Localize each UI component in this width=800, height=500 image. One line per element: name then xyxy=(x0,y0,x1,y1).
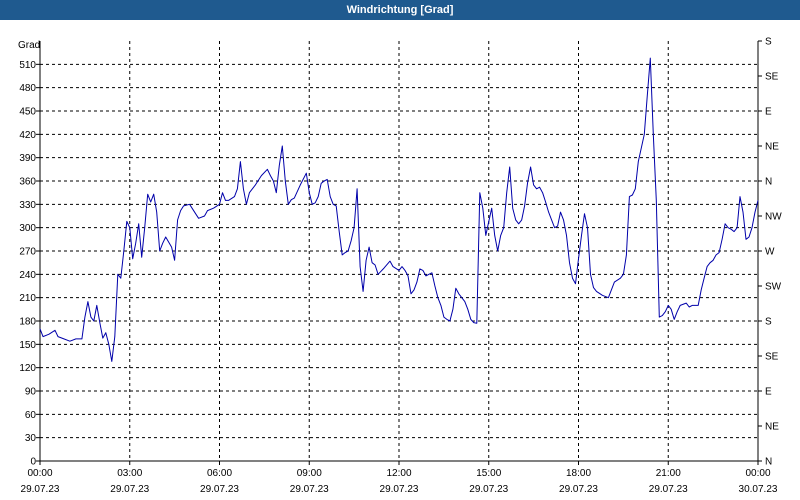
x-tick-time: 03:00 xyxy=(117,468,142,479)
y-tick-label: 450 xyxy=(19,107,36,118)
x-tick-time: 15:00 xyxy=(476,468,501,479)
x-tick-date: 29.07.23 xyxy=(290,484,329,495)
y-tick-label: 270 xyxy=(19,247,36,258)
x-tick-date: 29.07.23 xyxy=(21,484,60,495)
compass-tick-label: NE xyxy=(765,142,779,153)
compass-tick-label: S xyxy=(765,37,772,48)
y-tick-label: 60 xyxy=(25,410,37,421)
x-tick-time: 00:00 xyxy=(745,468,770,479)
compass-tick-label: SE xyxy=(765,352,779,363)
y-tick-label: 120 xyxy=(19,363,36,374)
chart-title: Windrichtung [Grad] xyxy=(0,0,800,20)
compass-tick-label: SW xyxy=(765,282,782,293)
x-tick-date: 29.07.23 xyxy=(110,484,149,495)
y-tick-label: 330 xyxy=(19,200,36,211)
y-tick-label: 480 xyxy=(19,83,36,94)
y-tick-label: 180 xyxy=(19,317,36,328)
y-tick-label: 240 xyxy=(19,270,36,281)
y-tick-label: 420 xyxy=(19,130,36,141)
x-tick-time: 21:00 xyxy=(656,468,681,479)
x-tick-time: 00:00 xyxy=(27,468,52,479)
compass-tick-label: NE xyxy=(765,422,779,433)
compass-tick-label: S xyxy=(765,317,772,328)
y-tick-label: 390 xyxy=(19,153,36,164)
compass-tick-label: NW xyxy=(765,212,782,223)
y-tick-label: 300 xyxy=(19,223,36,234)
x-tick-time: 12:00 xyxy=(386,468,411,479)
y-tick-label: 0 xyxy=(30,457,36,468)
y-tick-label: 360 xyxy=(19,177,36,188)
grid xyxy=(40,41,758,461)
x-tick-time: 09:00 xyxy=(297,468,322,479)
x-tick-date: 30.07.23 xyxy=(739,484,778,495)
y-tick-label: 510 xyxy=(19,60,36,71)
x-tick-date: 29.07.23 xyxy=(200,484,239,495)
y-axis-label: Grad xyxy=(18,40,40,51)
x-tick-time: 18:00 xyxy=(566,468,591,479)
compass-tick-label: N xyxy=(765,457,772,468)
compass-tick-label: W xyxy=(765,247,775,258)
compass-tick-label: N xyxy=(765,177,772,188)
wind-direction-chart: Grad 0 30 60 90 120 150 180 210 240 270 300 330 360 3… xyxy=(18,37,782,496)
x-tick-date: 29.07.23 xyxy=(469,484,508,495)
x-tick-date: 29.07.23 xyxy=(649,484,688,495)
y-tick-label: 30 xyxy=(25,433,37,444)
compass-tick-label: E xyxy=(765,107,772,118)
y-tick-label: 210 xyxy=(19,293,36,304)
y-tick-label: 150 xyxy=(19,340,36,351)
x-tick-date: 29.07.23 xyxy=(559,484,598,495)
x-tick-date: 29.07.23 xyxy=(380,484,419,495)
compass-tick-label: E xyxy=(765,387,772,398)
compass-tick-label: SE xyxy=(765,72,779,83)
y-tick-label: 90 xyxy=(25,387,37,398)
x-tick-time: 06:00 xyxy=(207,468,232,479)
